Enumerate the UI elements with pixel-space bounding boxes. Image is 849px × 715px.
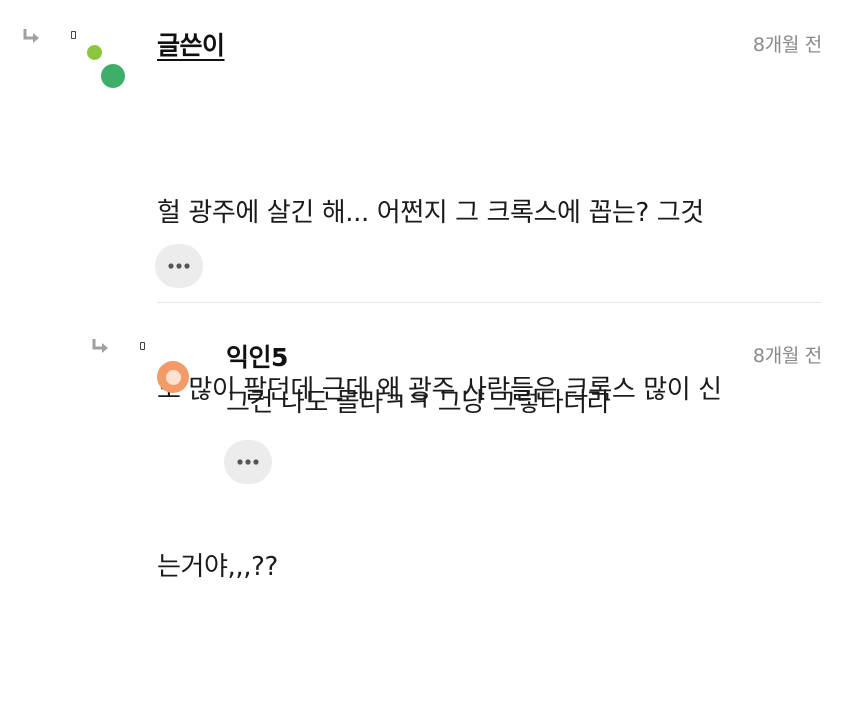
comment-time: 8개월 전 (752, 34, 822, 56)
reply-arrow-icon (22, 27, 42, 49)
reply-author[interactable]: 익인5 (226, 338, 288, 374)
reply-arrow-icon (91, 337, 111, 359)
comment-line: 는거야,,,?? (157, 552, 278, 582)
reply-time: 8개월 전 (752, 345, 822, 367)
badge-icon (140, 342, 145, 350)
avatar (157, 361, 189, 393)
badge-icon (71, 31, 76, 39)
avatar-dot-small (87, 45, 102, 60)
more-options-button[interactable] (155, 244, 203, 288)
more-options-button[interactable] (224, 440, 272, 484)
avatar-dot-large (101, 64, 125, 88)
divider (157, 302, 822, 303)
comment-author[interactable]: 글쓴이 (157, 26, 225, 62)
more-horizontal-icon (237, 459, 259, 465)
reply-body: 그건 나도 몰라ㅋㅋ 그냥 그렇다더라 (226, 388, 611, 418)
comment-line: 헐 광주에 살긴 해... 어쩐지 그 크록스에 꼽는? 그것 (157, 198, 704, 228)
more-horizontal-icon (168, 263, 190, 269)
